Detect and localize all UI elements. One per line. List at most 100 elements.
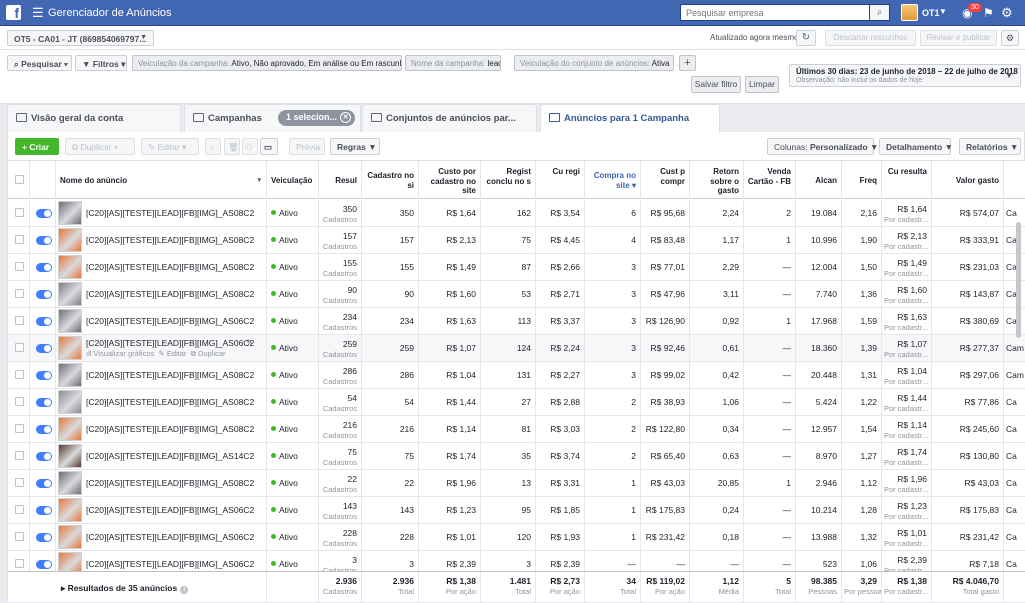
review-publish-button[interactable]: Revisar e publicar (920, 30, 997, 46)
business-search-input[interactable] (680, 4, 870, 21)
reports-select[interactable]: Relatórios ▼ (959, 138, 1021, 155)
header-sales[interactable]: Venda Cartão - FB (744, 161, 796, 199)
row-checkbox[interactable] (15, 208, 24, 217)
row-checkbox[interactable] (15, 559, 24, 568)
row-checkbox[interactable] (15, 289, 24, 298)
row-checkbox[interactable] (15, 316, 24, 325)
table-row[interactable]: [C20][AS][TESTE][LEAD][FB][IMG]_AS08C20_… (8, 281, 1025, 308)
ad-on-off-toggle[interactable] (36, 506, 52, 515)
ad-on-off-toggle[interactable] (36, 425, 52, 434)
duplicate-link[interactable]: Duplicar (198, 349, 226, 358)
header-name[interactable]: Nome do anúncio ▾ (56, 161, 267, 199)
ad-name-link[interactable]: [C20][AS][TESTE][LEAD][FB][IMG]_AS08C20_… (86, 262, 254, 272)
flag-icon[interactable]: ⚑ (983, 6, 994, 20)
totals-label[interactable]: ▸ Resultados de 35 anúncios i (61, 583, 189, 594)
edit-button[interactable]: ✎ Editar ▾ (141, 138, 199, 155)
header-cost-result[interactable]: Cu resulta (882, 161, 932, 199)
row-checkbox[interactable] (15, 505, 24, 514)
account-name[interactable]: OT1 (922, 8, 940, 18)
ad-thumbnail[interactable] (58, 471, 82, 495)
ad-name-link[interactable]: [C20][AS][TESTE][LEAD][FB][IMG]_AS08C20_… (86, 424, 254, 434)
ad-thumbnail[interactable] (58, 498, 82, 522)
facebook-logo-icon[interactable]: f (6, 5, 21, 20)
rules-button[interactable]: Regras ▼ (330, 138, 380, 155)
row-checkbox[interactable] (15, 370, 24, 379)
header-extra[interactable] (1004, 161, 1025, 199)
row-checkbox[interactable] (15, 424, 24, 433)
header-cost-registration[interactable]: Cu regi (536, 161, 585, 199)
ad-name-link[interactable]: [C20][AS][TESTE][LEAD][FB][IMG]_AS06C20_… (86, 316, 254, 326)
ad-thumbnail[interactable] (58, 525, 82, 549)
ad-thumbnail[interactable] (58, 309, 82, 333)
ad-on-off-toggle[interactable] (36, 263, 52, 272)
ad-name-link[interactable]: [C20][AS][TESTE][LEAD][FB][IMG]_AS08C20_… (86, 370, 254, 380)
account-avatar[interactable] (901, 4, 918, 21)
ad-thumbnail[interactable] (58, 336, 82, 360)
row-checkbox[interactable] (15, 235, 24, 244)
ad-on-off-toggle[interactable] (36, 344, 52, 353)
ad-thumbnail[interactable] (58, 363, 82, 387)
table-row[interactable]: [C20][AS][TESTE][LEAD][FB][IMG]_AS08C20_… (8, 227, 1025, 254)
ad-account-select[interactable]: OT5 - CA01 - JT (869854069797... ▼ (7, 30, 154, 46)
duplicate-button[interactable]: ⧉ Duplicar ▾ (65, 138, 135, 155)
table-row[interactable]: [C20][AS][TESTE][LEAD][FB][IMG]_AS08C20_… (8, 389, 1025, 416)
ad-name-link[interactable]: [C20][AS][TESTE][LEAD][FB][IMG]_AS06C20_… (86, 532, 254, 542)
selected-chip[interactable]: 1 selecion... ✕ (278, 110, 355, 126)
ad-thumbnail[interactable] (58, 228, 82, 252)
audience-icon[interactable]: ⚇ (242, 138, 258, 155)
ad-name-link[interactable]: [C20][AS][TESTE][LEAD][FB][IMG]_AS08C20_… (86, 208, 254, 218)
header-results[interactable]: Resul (319, 161, 362, 199)
ad-name-link[interactable]: [C20][AS][TESTE][LEAD][FB][IMG]_AS06C20_… (86, 505, 254, 515)
header-delivery[interactable]: Veiculação (267, 161, 319, 199)
filters-button[interactable]: ▼ Filtros ▾ (75, 55, 127, 71)
ad-on-off-toggle[interactable] (36, 560, 52, 569)
close-icon[interactable]: ✕ (673, 59, 674, 68)
ad-name-link[interactable]: [C20][AS][TESTE][LEAD][FB][IMG]_AS08C20_… (86, 397, 254, 407)
row-checkbox[interactable] (15, 343, 24, 352)
pencil-icon[interactable]: ✎ (246, 338, 253, 347)
discard-drafts-button[interactable]: Descartar rascunhos (825, 30, 916, 46)
breakdown-select[interactable]: Detalhamento ▼ (879, 138, 953, 155)
tab-account-overview[interactable]: Visão geral da conta (7, 104, 181, 132)
header-frequency[interactable]: Freq (842, 161, 882, 199)
table-row[interactable]: [C20][AS][TESTE][LEAD][FB][IMG]_AS06C20_… (8, 524, 1025, 551)
ad-name-link[interactable]: [C20][AS][TESTE][LEAD][FB][IMG]_AS08C20_… (86, 235, 254, 245)
header-purchases[interactable]: Compra no site ▾ (585, 161, 641, 199)
tab-ads[interactable]: Anúncios para 1 Campanha (540, 104, 720, 133)
save-filter-button[interactable]: Salvar filtro (691, 76, 741, 93)
filter-chip-campaign-delivery[interactable]: Veiculação da campanha: Ativo, Não aprov… (132, 55, 402, 71)
ad-thumbnail[interactable] (58, 201, 82, 225)
ad-thumbnail[interactable] (58, 282, 82, 306)
ad-thumbnail[interactable] (58, 255, 82, 279)
chevron-down-icon[interactable]: ▼ (939, 7, 947, 16)
row-checkbox[interactable] (15, 262, 24, 271)
comment-icon[interactable]: ▭ (260, 138, 278, 155)
ad-on-off-toggle[interactable] (36, 452, 52, 461)
table-row[interactable]: [C20][AS][TESTE][LEAD][FB][IMG]_AS08C20_… (8, 254, 1025, 281)
view-charts-link[interactable]: Visualizar gráficos (94, 349, 155, 358)
table-row[interactable]: [C20][AS][TESTE][LEAD][FB][IMG]_AS08C20_… (8, 362, 1025, 389)
settings-gear-icon[interactable]: ⚙ (1001, 5, 1013, 21)
row-checkbox[interactable] (15, 478, 24, 487)
header-cost-signup[interactable]: Custo por cadastro no site (419, 161, 481, 199)
add-filter-icon[interactable]: + (679, 55, 696, 71)
ad-name-link[interactable]: [C20][AS][TESTE][LEAD][FB][IMG]_AS08C20_… (86, 289, 254, 299)
header-cost-purchase[interactable]: Cust p compr (641, 161, 690, 199)
app-title[interactable]: Gerenciador de Anúncios (48, 7, 172, 19)
ad-name-link[interactable]: [C20][AS][TESTE][LEAD][FB][IMG]_AS06C20.… (86, 338, 254, 348)
row-checkbox[interactable] (15, 397, 24, 406)
ad-thumbnail[interactable] (58, 417, 82, 441)
table-row[interactable]: [C20][AS][TESTE][LEAD][FB][IMG]_AS06C20.… (8, 335, 1025, 362)
ad-on-off-toggle[interactable] (36, 371, 52, 380)
ad-on-off-toggle[interactable] (36, 290, 52, 299)
menu-icon[interactable]: ☰ (32, 6, 44, 19)
test-icon[interactable]: ○ (205, 138, 221, 155)
header-reach[interactable]: Alcan (796, 161, 842, 199)
refresh-icon[interactable]: ↻ (796, 30, 816, 46)
ad-name-link[interactable]: [C20][AS][TESTE][LEAD][FB][IMG]_AS08C20_… (86, 478, 254, 488)
row-checkbox[interactable] (15, 451, 24, 460)
ad-on-off-toggle[interactable] (36, 398, 52, 407)
search-button[interactable]: ⌕ Pesquisar ▾ (7, 55, 72, 71)
header-amount-spent[interactable]: Valor gasto (932, 161, 1004, 199)
filter-chip-adset-delivery[interactable]: Veiculação do conjunto de anúncios: Ativ… (514, 55, 674, 71)
